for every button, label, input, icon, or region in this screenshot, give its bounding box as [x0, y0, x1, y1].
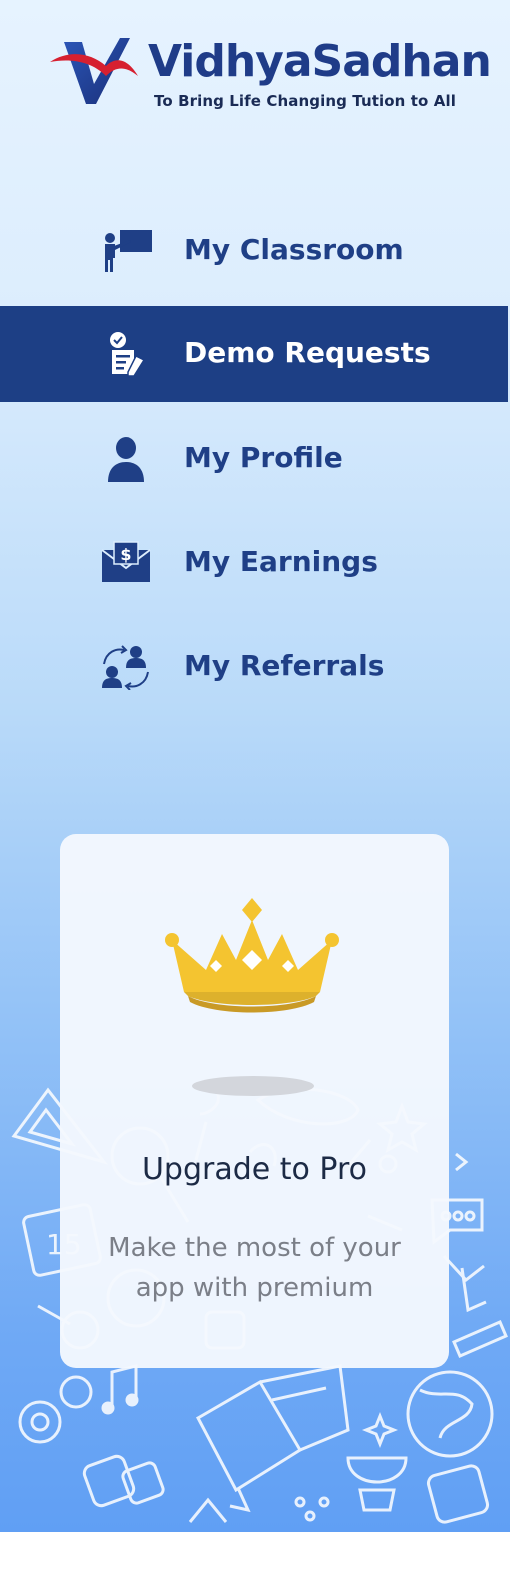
checklist-pen-icon [110, 332, 146, 376]
bottom-strip [0, 1532, 510, 1572]
upgrade-subtitle: Make the most of your app with premium [108, 1233, 401, 1303]
menu-item-label: My Earnings [184, 545, 378, 578]
teacher-board-icon [105, 230, 152, 272]
menu-item-my-profile[interactable]: My Profile [0, 406, 508, 510]
user-icon [108, 437, 144, 482]
app-header: VidhyaSadhan To Bring Life Changing Tuti… [50, 36, 492, 116]
menu-item-label: My Profile [184, 441, 343, 474]
menu-item-my-earnings[interactable]: $ My Earnings [0, 510, 508, 614]
brand-name: VidhyaSadhan [148, 36, 492, 87]
crown-shadow [192, 1076, 314, 1096]
menu-item-demo-requests[interactable]: Demo Requests [0, 306, 508, 402]
svg-text:$: $ [120, 545, 131, 564]
logo-icon [50, 38, 138, 104]
side-menu: My Classroom Demo Requests My Profile $ … [0, 198, 508, 718]
crown-icon [165, 898, 339, 1013]
menu-item-my-classroom[interactable]: My Classroom [0, 198, 508, 302]
upgrade-card[interactable]: Upgrade to Pro Make the most of your app… [60, 834, 449, 1368]
menu-item-label: My Referrals [184, 649, 385, 682]
upgrade-title: Upgrade to Pro [141, 1152, 368, 1187]
brand-tagline: To Bring Life Changing Tution to All [154, 92, 456, 110]
referral-users-icon [102, 645, 149, 690]
menu-item-my-referrals[interactable]: My Referrals [0, 614, 508, 718]
dollar-envelope-icon: $ [101, 541, 151, 582]
menu-item-label: Demo Requests [184, 336, 431, 369]
menu-item-label: My Classroom [184, 233, 404, 266]
